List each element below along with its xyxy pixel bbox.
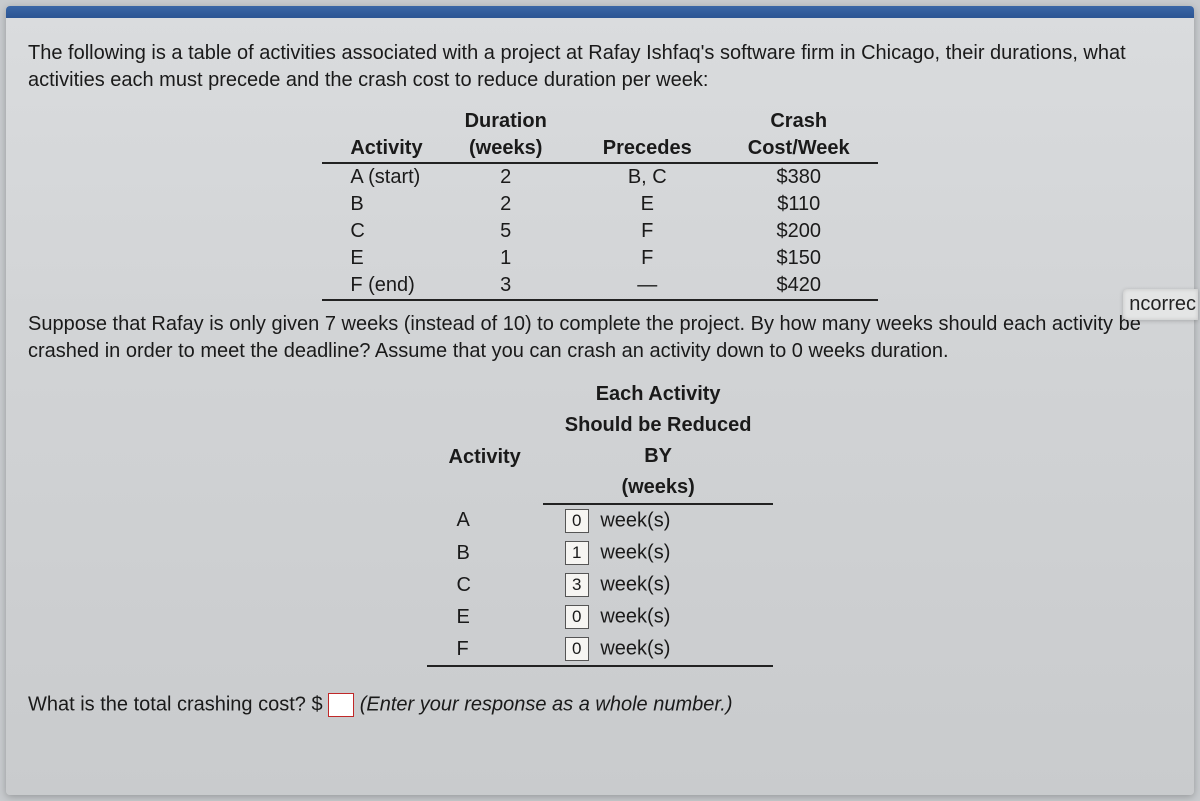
cell-cost: $150 — [720, 245, 878, 272]
cell-activity: F — [427, 633, 543, 666]
table-row: B 1 week(s) — [427, 537, 774, 569]
table-row: C 3 week(s) — [427, 569, 774, 601]
value-unit: week(s) — [600, 605, 670, 627]
table-row: E 1 F $150 — [322, 245, 877, 272]
header-activity2: Activity — [427, 410, 543, 504]
intro-paragraph: The following is a table of activities a… — [28, 40, 1172, 94]
table-row: C 5 F $200 — [322, 218, 877, 245]
cell-cost: $110 — [720, 191, 878, 218]
table-row: A 0 week(s) — [427, 504, 774, 537]
table-row: F (end) 3 — $420 — [322, 272, 877, 300]
cell-activity: A (start) — [322, 163, 436, 191]
cell-duration: 2 — [437, 163, 575, 191]
value-box[interactable]: 0 — [565, 509, 589, 533]
cell-duration: 5 — [437, 218, 575, 245]
value-unit: week(s) — [600, 637, 670, 659]
incorrect-tag: ncorrec — [1123, 289, 1198, 320]
cell-activity: F (end) — [322, 272, 436, 300]
cell-cost: $380 — [720, 163, 878, 191]
value-box[interactable]: 3 — [565, 573, 589, 597]
cell-activity: B — [322, 191, 436, 218]
header-activity: Activity — [322, 135, 436, 163]
cell-precedes: B, C — [575, 163, 720, 191]
cell-activity: E — [427, 601, 543, 633]
cell-cost: $200 — [720, 218, 878, 245]
cell-activity: C — [427, 569, 543, 601]
page-container: The following is a table of activities a… — [6, 6, 1194, 795]
cell-activity: E — [322, 245, 436, 272]
cell-activity: A — [427, 504, 543, 537]
header-crash-bottom: Cost/Week — [720, 135, 878, 163]
cell-cost: $420 — [720, 272, 878, 300]
cell-duration: 1 — [437, 245, 575, 272]
mid-paragraph: Suppose that Rafay is only given 7 weeks… — [28, 311, 1172, 365]
value-unit: week(s) — [600, 541, 670, 563]
table-row: E 0 week(s) — [427, 601, 774, 633]
cell-precedes: F — [575, 245, 720, 272]
top-accent-bar — [6, 6, 1194, 18]
value-box[interactable]: 0 — [565, 637, 589, 661]
cell-precedes: F — [575, 218, 720, 245]
value-box[interactable]: 1 — [565, 541, 589, 565]
question-row: What is the total crashing cost? $ (Ente… — [28, 693, 1172, 717]
value-unit: week(s) — [600, 573, 670, 595]
cell-precedes: — — [575, 272, 720, 300]
answer-input[interactable] — [328, 693, 354, 717]
table-row: F 0 week(s) — [427, 633, 774, 666]
header-reduced-l1: Each Activity — [543, 379, 774, 410]
crash-table: Each Activity Activity Should be Reduced… — [427, 379, 774, 667]
header-reduced-l4: (weeks) — [543, 472, 774, 504]
cell-duration: 2 — [437, 191, 575, 218]
table-row: A (start) 2 B, C $380 — [322, 163, 877, 191]
header-reduced-l3: BY — [543, 441, 774, 472]
activity-table: Duration Crash Activity (weeks) Precedes… — [322, 108, 877, 301]
cell-activity: B — [427, 537, 543, 569]
table-row: B 2 E $110 — [322, 191, 877, 218]
header-precedes: Precedes — [575, 135, 720, 163]
header-crash-top: Crash — [720, 108, 878, 135]
header-reduced-l2: Should be Reduced — [543, 410, 774, 441]
question-prefix: What is the total crashing cost? $ — [28, 693, 323, 715]
value-box[interactable]: 0 — [565, 605, 589, 629]
cell-duration: 3 — [437, 272, 575, 300]
cell-precedes: E — [575, 191, 720, 218]
header-duration-top: Duration — [437, 108, 575, 135]
value-unit: week(s) — [600, 509, 670, 531]
question-hint: (Enter your response as a whole number.) — [360, 693, 733, 715]
header-duration-bottom: (weeks) — [437, 135, 575, 163]
cell-activity: C — [322, 218, 436, 245]
